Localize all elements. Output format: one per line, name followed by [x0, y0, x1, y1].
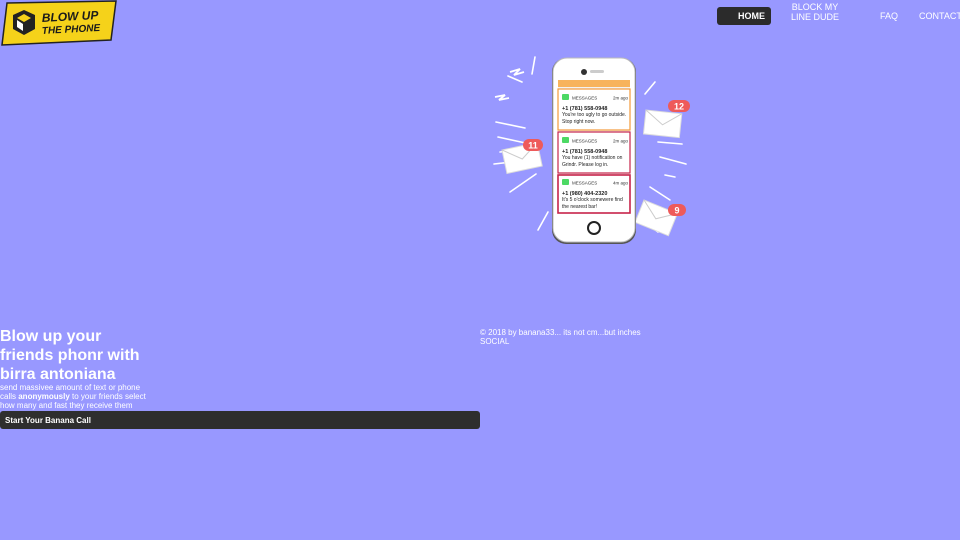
message-card: MESSAGES 2m ago +1 (781) 558-0948 You're…	[557, 88, 631, 131]
svg-text:2m ago: 2m ago	[613, 139, 629, 144]
start-banana-call-button[interactable]: Start Your Banana Call	[0, 411, 480, 429]
message-card: MESSAGES 2m ago +1 (781) 558-0948 You ha…	[557, 131, 631, 174]
nav-contact[interactable]: CONTACT	[919, 11, 960, 21]
hero-description: send massivee amount of text or phone ca…	[0, 383, 146, 410]
svg-text:11: 11	[528, 141, 538, 151]
nav-faq[interactable]: FAQ	[880, 11, 898, 21]
svg-text:4m ago: 4m ago	[613, 181, 629, 186]
svg-text:12: 12	[674, 102, 684, 112]
footer: © 2018 by banana33... its not cm...but i…	[480, 328, 641, 346]
nav-block-my-line[interactable]: BLOCK MY LINE DUDE	[790, 2, 840, 22]
svg-text:2m ago: 2m ago	[613, 96, 629, 101]
notification-badge: 9	[668, 204, 686, 216]
copyright-text: © 2018 by banana33... its not cm...but i…	[480, 328, 641, 337]
svg-text:9: 9	[674, 206, 679, 216]
message-card: MESSAGES 4m ago +1 (980) 404-2320 It's 5…	[557, 174, 631, 214]
svg-text:MESSAGES: MESSAGES	[572, 139, 597, 144]
nav-home[interactable]: HOME	[717, 7, 771, 25]
hero-title: Blow up your friends phonr with birra an…	[0, 328, 140, 383]
svg-text:MESSAGES: MESSAGES	[572, 96, 597, 101]
social-link[interactable]: SOCIAL	[480, 337, 641, 346]
phone-illustration: 12 11 9 MESSAGES 2m ago +1 (781) 558-094…	[493, 56, 690, 244]
notification-badge: 12	[668, 100, 690, 112]
svg-text:MESSAGES: MESSAGES	[572, 181, 597, 186]
notification-badge: 11	[523, 139, 543, 151]
hero-description-emphasis: anonymously	[18, 392, 70, 401]
brand-logo[interactable]: BLOW UP THE PHONE	[0, 0, 118, 46]
envelope-icon	[642, 109, 683, 139]
